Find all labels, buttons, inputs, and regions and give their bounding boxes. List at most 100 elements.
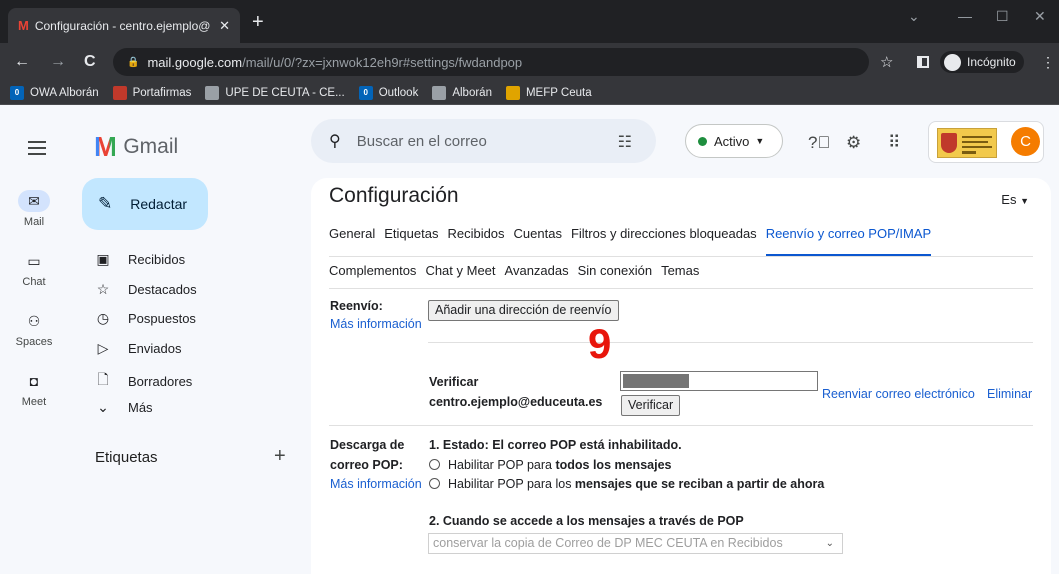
maximize-icon[interactable]: ☐ [996, 8, 1009, 25]
step-annotation: 9 [588, 320, 612, 367]
tab-chat-y-meet[interactable]: Chat y Meet [425, 263, 495, 278]
nav-item-enviados[interactable]: ▷ Enviados [94, 339, 182, 357]
browser-tab[interactable]: M Configuración - centro.ejemplo@ ✕ [8, 8, 240, 43]
url-field[interactable]: 🔒 mail.google.com /mail/u/0/?zx=jxnwok12… [113, 48, 869, 76]
search-placeholder: Buscar en el correo [356, 132, 487, 150]
reload-icon[interactable]: C [84, 53, 96, 71]
divider [329, 288, 1033, 289]
main-menu-icon[interactable] [28, 141, 46, 159]
chevron-down-icon: ▼ [1020, 196, 1029, 206]
pop-option-all[interactable]: Habilitar POP para todos los mensajes [429, 458, 671, 472]
url-host: mail.google.com [147, 54, 243, 70]
minimize-icon[interactable]: — [958, 8, 972, 24]
browser-tab-bar: M Configuración - centro.ejemplo@ ✕ + ⌄ … [0, 0, 1059, 43]
forward-icon[interactable]: → [50, 53, 66, 71]
pop-label-line1: Descarga de [330, 438, 405, 452]
tab-etiquetas[interactable]: Etiquetas [384, 226, 438, 257]
browser-menu-icon[interactable]: ⋮ [1041, 54, 1055, 71]
nav-item-borradores[interactable]: 🗋 Borradores [94, 369, 192, 393]
account-avatar[interactable]: C [1011, 127, 1040, 156]
delete-link[interactable]: Eliminar [987, 387, 1032, 401]
input-language-selector[interactable]: Es ▼ [1001, 192, 1029, 207]
bookmark-item[interactable]: Alborán [432, 85, 492, 100]
nav-item-pospuestos[interactable]: ◷ Pospuestos [94, 310, 196, 327]
draft-icon: 🗋 [97, 371, 109, 387]
forward-label: Reenvío: [330, 299, 383, 313]
close-tab-icon[interactable]: ✕ [219, 18, 230, 34]
apps-grid-icon[interactable]: ⠿ [888, 133, 901, 153]
window-close-icon[interactable]: ✕ [1034, 8, 1046, 25]
incognito-indicator[interactable]: Incógnito [940, 51, 1024, 73]
rail-item-label: Meet [21, 396, 47, 408]
verify-button[interactable]: Verificar [621, 395, 681, 416]
address-bar: ← → C 🔒 mail.google.com /mail/u/0/?zx=jx… [0, 43, 1059, 81]
tab-avanzadas[interactable]: Avanzadas [505, 263, 569, 278]
nav-item-label: Enviados [128, 340, 182, 356]
bookmarks-bar: 0 OWA Alborán Portafirmas UPE DE CEUTA - CE… [0, 81, 1059, 105]
tab-title: Configuración - centro.ejemplo@ [34, 18, 211, 33]
resend-email-link[interactable]: Reenviar correo electrónico [822, 387, 975, 401]
search-input[interactable]: ⚲ Buscar en el correo ☷ [311, 119, 656, 163]
bookmark-item[interactable]: 0 Outlook [358, 85, 418, 100]
gmail-favicon: M [18, 18, 29, 33]
pop-more-info-link[interactable]: Más información [330, 477, 422, 491]
rail-item-mail[interactable]: ✉ Mail [0, 190, 68, 228]
mail-icon: ✉ [18, 190, 50, 212]
nav-item-label: Más [128, 399, 153, 415]
compose-button[interactable]: ✎ Redactar [82, 178, 208, 230]
bookmark-star-icon[interactable]: ☆ [880, 53, 893, 71]
tab-recibidos[interactable]: Recibidos [447, 226, 504, 257]
nav-item-recibidos[interactable]: ▣ Recibidos [94, 251, 185, 268]
tab-search-icon[interactable]: ⌄ [908, 8, 920, 25]
verification-code-input[interactable] [620, 371, 818, 391]
verify-label: Verificar [429, 375, 479, 389]
gmail-logo[interactable]: M Gmail [94, 131, 178, 163]
redacted-block [623, 374, 689, 388]
chevron-down-icon: ▼ [755, 136, 765, 146]
nav-item-destacados[interactable]: ☆ Destacados [94, 281, 197, 298]
settings-gear-icon[interactable]: ⚙ [846, 133, 861, 153]
help-icon[interactable]: ?⃝ [808, 133, 830, 153]
inbox-icon: ▣ [96, 251, 110, 267]
send-icon: ▷ [97, 339, 109, 356]
rail-item-spaces[interactable]: ⚇ Spaces [0, 310, 68, 348]
incognito-label: Incógnito [967, 55, 1016, 69]
divider [428, 342, 1033, 343]
status-selector[interactable]: Activo ▼ [685, 124, 783, 158]
add-label-icon[interactable]: + [274, 445, 286, 468]
side-panel-icon[interactable] [917, 56, 929, 68]
nav-item-más[interactable]: ⌄ Más [94, 399, 153, 416]
pop-status: 1. Estado: El correo POP está inhabilita… [429, 438, 682, 452]
more-info-link[interactable]: Más información [330, 317, 422, 331]
pop-access-select[interactable]: conservar la copia de Correo de DP MEC C… [428, 533, 843, 554]
gmail-m-icon: M [94, 131, 117, 162]
settings-tabs-row-1: General Etiquetas Recibidos Cuentas Filtros … [329, 226, 940, 257]
bookmark-item[interactable]: MEFP Ceuta [505, 85, 592, 100]
tab-filtros-y-direcciones-bloqueadas[interactable]: Filtros y direcciones bloqueadas [571, 226, 757, 257]
pop-option-new[interactable]: Habilitar POP para los mensajes que se r… [429, 477, 824, 491]
pop-option-new-text: Habilitar POP para los [448, 477, 575, 491]
rail-item-chat[interactable]: ▭ Chat [0, 250, 68, 288]
add-forward-address-button[interactable]: Añadir una dirección de reenvío [428, 300, 619, 321]
radio-icon[interactable] [429, 459, 440, 470]
tab-complementos[interactable]: Complementos [329, 263, 416, 278]
bookmark-item[interactable]: UPE DE CEUTA - CE... [205, 85, 345, 100]
divider [329, 425, 1033, 426]
new-tab-button[interactable]: + [252, 12, 264, 32]
tab-reenvío-y-correo-pop-imap[interactable]: Reenvío y correo POP/IMAP [765, 226, 932, 257]
tab-sin-conexión[interactable]: Sin conexión [578, 263, 652, 278]
meet-icon: ◘ [29, 373, 39, 389]
bookmark-item[interactable]: 0 OWA Alborán [10, 85, 99, 100]
rail-item-meet[interactable]: ◘ Meet [0, 370, 68, 408]
back-icon[interactable]: ← [14, 53, 30, 71]
bookmark-item[interactable]: Portafirmas [112, 85, 191, 100]
pop-access-select-value: conservar la copia de Correo de DP MEC C… [433, 536, 783, 550]
search-icon[interactable]: ⚲ [329, 131, 341, 151]
tab-temas[interactable]: Temas [661, 263, 699, 278]
tab-general[interactable]: General [329, 226, 375, 257]
search-options-icon[interactable]: ☷ [618, 132, 632, 152]
rail-item-label: Mail [23, 216, 45, 228]
tab-cuentas[interactable]: Cuentas [514, 226, 562, 257]
radio-icon[interactable] [429, 478, 440, 489]
verify-email: centro.ejemplo@educeuta.es [429, 395, 603, 409]
